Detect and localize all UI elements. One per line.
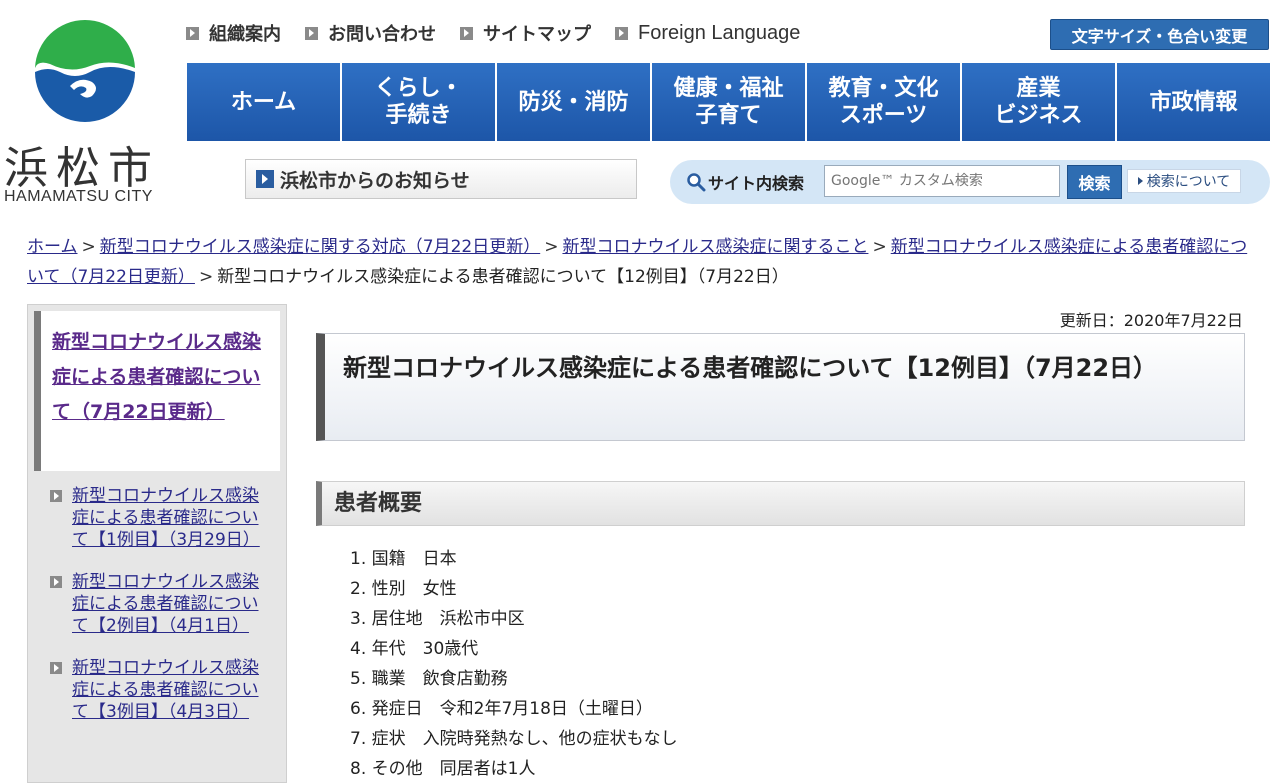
sidebar-list: 新型コロナウイルス感染症による患者確認について【1例目】（3月29日） 新型コロ… <box>34 475 280 733</box>
util-link-sitemap[interactable]: サイトマップ <box>460 20 591 46</box>
utility-nav: 組織案内 お問い合わせ サイトマップ Foreign Language <box>186 20 824 46</box>
nav-home[interactable]: ホーム <box>187 63 342 141</box>
list-item: 5. 職業 飲食店勤務 <box>350 669 508 689</box>
arrow-right-icon <box>256 170 274 188</box>
sidebar-item-case-2[interactable]: 新型コロナウイルス感染症による患者確認について【2例目】（4月1日） <box>72 571 270 637</box>
arrow-right-icon <box>615 26 628 40</box>
search-label: サイト内検索 <box>686 170 804 194</box>
list-item: 2. 性別 女性 <box>350 579 457 599</box>
nav-city-info[interactable]: 市政情報 <box>1117 63 1270 141</box>
arrow-right-icon <box>186 26 199 40</box>
sidebar-heading-link[interactable]: 新型コロナウイルス感染症による患者確認について（7月22日更新） <box>52 331 261 423</box>
util-link-foreign-language[interactable]: Foreign Language <box>615 22 800 45</box>
arrow-right-icon <box>50 662 62 674</box>
sidebar: 新型コロナウイルス感染症による患者確認について（7月22日更新） 新型コロナウイ… <box>27 304 287 783</box>
arrow-right-icon <box>50 576 62 588</box>
search-icon <box>687 173 706 192</box>
sidebar-item-case-3[interactable]: 新型コロナウイルス感染症による患者確認について【3例目】（4月3日） <box>72 657 270 723</box>
sidebar-item: 新型コロナウイルス感染症による患者確認について【1例目】（3月29日） <box>34 475 280 561</box>
breadcrumb-separator: > <box>81 237 96 257</box>
sidebar-item: 新型コロナウイルス感染症による患者確認について【3例目】（4月3日） <box>34 647 280 733</box>
city-notice-link[interactable]: 浜松市からのお知らせ <box>245 159 637 199</box>
nav-disaster-fire[interactable]: 防災・消防 <box>497 63 652 141</box>
section-heading-patient-summary: 患者概要 <box>316 481 1245 526</box>
breadcrumb-separator: > <box>872 237 887 257</box>
logo-kanji: 浜松市 <box>4 143 160 194</box>
list-item: 3. 居住地 浜松市中区 <box>350 609 525 629</box>
breadcrumb-link-covid-response[interactable]: 新型コロナウイルス感染症に関する対応（7月22日更新） <box>100 237 540 257</box>
arrow-right-icon <box>305 26 318 40</box>
breadcrumb-separator: > <box>198 267 214 287</box>
breadcrumb: ホーム > 新型コロナウイルス感染症に関する対応（7月22日更新） > 新型コロナウイル… <box>27 232 1252 292</box>
arrow-right-icon <box>50 490 62 502</box>
updated-date: 更新日：2020年7月22日 <box>1059 311 1243 330</box>
global-nav: ホーム くらし・ 手続き 防災・消防 健康・福祉 子育て 教育・文化 スポーツ … <box>187 63 1270 141</box>
page-title: 新型コロナウイルス感染症による患者確認について【12例目】（7月22日） <box>316 333 1245 441</box>
list-item: 1. 国籍 日本 <box>350 549 457 569</box>
breadcrumb-link-home[interactable]: ホーム <box>27 237 78 257</box>
nav-education-culture[interactable]: 教育・文化 スポーツ <box>807 63 962 141</box>
sidebar-heading: 新型コロナウイルス感染症による患者確認について（7月22日更新） <box>34 311 280 471</box>
logo-wave-icon <box>35 19 135 122</box>
list-item: 7. 症状 入院時発熱なし、他の症状もなし <box>350 729 678 749</box>
logo-roman: HAMAMATSU CITY <box>4 188 153 205</box>
util-link-contact[interactable]: お問い合わせ <box>305 20 436 46</box>
breadcrumb-separator: > <box>544 237 559 257</box>
sidebar-item: 新型コロナウイルス感染症による患者確認について【2例目】（4月1日） <box>34 561 280 647</box>
breadcrumb-current: 新型コロナウイルス感染症による患者確認について【12例目】（7月22日） <box>217 267 789 287</box>
list-item: 4. 年代 30歳代 <box>350 639 479 659</box>
patient-facts-list: 1. 国籍 日本 2. 性別 女性 3. 居住地 浜松市中区 4. 年代 30歳… <box>350 544 678 784</box>
nav-health-welfare[interactable]: 健康・福祉 子育て <box>652 63 807 141</box>
sidebar-item-case-1[interactable]: 新型コロナウイルス感染症による患者確認について【1例目】（3月29日） <box>72 485 270 551</box>
list-item: 8. その他 同居者は1人 <box>350 759 536 779</box>
site-search: サイト内検索 検索 検索について <box>670 160 1270 204</box>
search-button[interactable]: 検索 <box>1067 165 1122 199</box>
list-item: 6. 発症日 令和2年7月18日（土曜日） <box>350 699 653 719</box>
search-input[interactable] <box>824 165 1060 197</box>
util-link-organization[interactable]: 組織案内 <box>186 20 281 46</box>
search-help-link[interactable]: 検索について <box>1127 169 1241 193</box>
city-logo[interactable]: 浜松市 HAMAMATSU CITY <box>0 8 175 205</box>
breadcrumb-link-covid-matters[interactable]: 新型コロナウイルス感染症に関すること <box>562 237 868 257</box>
nav-living-procedures[interactable]: くらし・ 手続き <box>342 63 497 141</box>
arrow-right-icon <box>460 26 473 40</box>
text-size-color-button[interactable]: 文字サイズ・色合い変更 <box>1050 19 1269 50</box>
nav-industry-business[interactable]: 産業 ビジネス <box>962 63 1117 141</box>
